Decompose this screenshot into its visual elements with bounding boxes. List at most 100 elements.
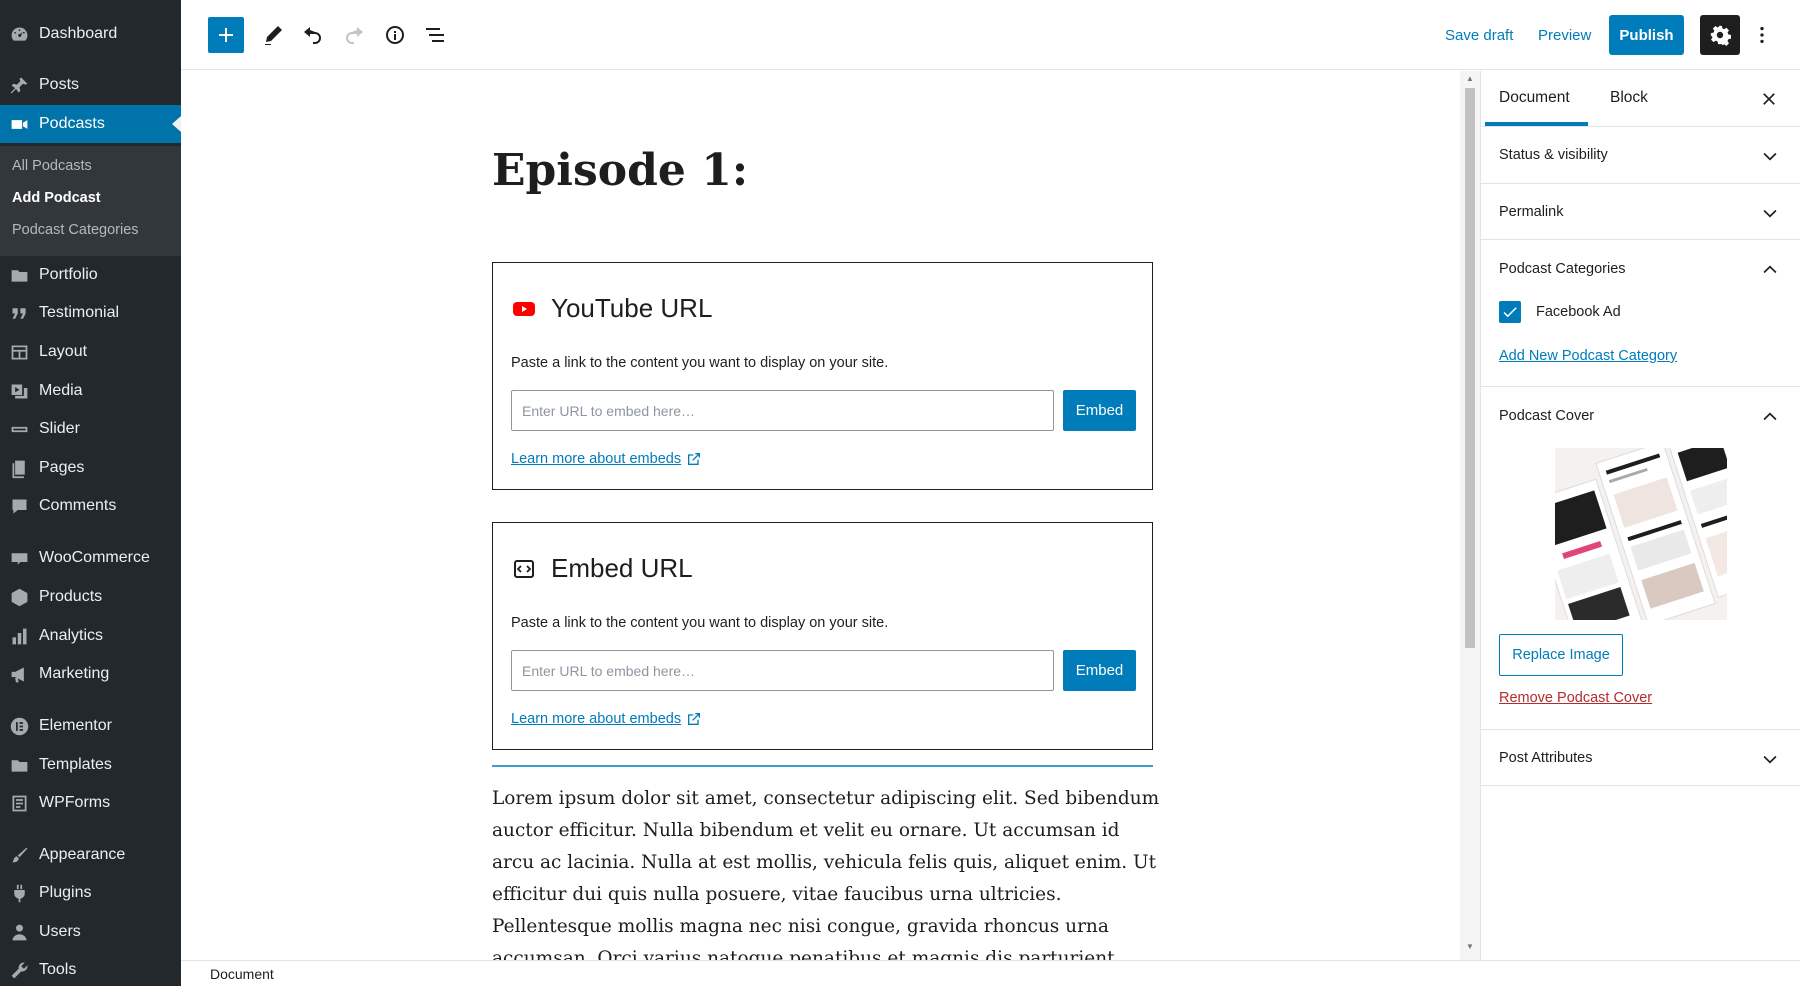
remove-cover-link[interactable]: Remove Podcast Cover	[1499, 690, 1652, 706]
woocommerce-icon	[6, 545, 32, 571]
chevron-down-icon[interactable]	[1759, 202, 1781, 224]
menu-item-pages[interactable]: Pages	[0, 449, 181, 487]
editor-canvas: Episode 1: YouTube URL Paste a link to t…	[181, 71, 1460, 960]
menu-item-tools[interactable]: Tools	[0, 951, 181, 989]
add-category-link[interactable]: Add New Podcast Category	[1499, 348, 1677, 364]
menu-label: Templates	[39, 756, 112, 773]
embed-button[interactable]: Embed	[1063, 650, 1136, 691]
replace-image-button[interactable]: Replace Image	[1499, 634, 1623, 676]
settings-sidebar: Document Block Status & visibility Perma…	[1480, 71, 1800, 960]
category-checkbox[interactable]	[1499, 301, 1521, 323]
menu-item-portfolio[interactable]: Portfolio	[0, 256, 181, 294]
embed-generic-icon	[511, 556, 537, 582]
paragraph-block[interactable]: Lorem ipsum dolor sit amet, consectetur …	[492, 783, 1164, 960]
plus-icon	[219, 28, 233, 42]
undo-button[interactable]	[295, 17, 331, 53]
menu-item-comments[interactable]: Comments	[0, 487, 181, 525]
menu-label: Appearance	[39, 846, 126, 863]
outline-button[interactable]	[417, 17, 453, 53]
category-label: Facebook Ad	[1536, 304, 1621, 320]
menu-label: Plugins	[39, 884, 92, 901]
submenu-all-podcasts[interactable]: All Podcasts	[12, 158, 92, 174]
pencil-icon	[265, 26, 282, 45]
panel-permalink[interactable]: Permalink	[1481, 184, 1800, 240]
youtube-embed-block[interactable]: YouTube URL Paste a link to the content …	[492, 262, 1153, 490]
gear-icon	[1710, 25, 1731, 46]
tab-document[interactable]: Document	[1499, 89, 1570, 107]
menu-item-media[interactable]: Media	[0, 372, 181, 410]
details-button[interactable]	[377, 17, 413, 53]
panel-post-attributes[interactable]: Post Attributes	[1481, 730, 1800, 786]
embed-url-input[interactable]	[511, 390, 1054, 431]
chevron-down-icon[interactable]	[1759, 748, 1781, 770]
tools-button[interactable]	[255, 17, 291, 53]
menu-label: Portfolio	[39, 266, 98, 283]
scroll-down-arrow-icon[interactable]: ▼	[1465, 942, 1475, 952]
save-draft-button[interactable]: Save draft	[1445, 27, 1513, 44]
menu-item-templates[interactable]: Templates	[0, 746, 181, 784]
podcast-cover-image[interactable]	[1555, 448, 1727, 620]
menu-item-layout[interactable]: Layout	[0, 333, 181, 371]
menu-item-elementor[interactable]: Elementor	[0, 707, 181, 745]
add-block-button[interactable]	[208, 17, 244, 53]
menu-item-marketing[interactable]: Marketing	[0, 655, 181, 693]
elementor-icon	[6, 713, 32, 739]
settings-button[interactable]	[1700, 15, 1740, 55]
pin-icon	[6, 72, 32, 98]
embed-header: YouTube URL	[511, 293, 712, 324]
panel-title: Permalink	[1499, 204, 1564, 220]
post-title[interactable]: Episode 1:	[492, 145, 748, 196]
block-separator	[492, 765, 1153, 767]
menu-item-podcasts[interactable]: Podcasts	[0, 105, 181, 143]
chevron-down-icon[interactable]	[1759, 145, 1781, 167]
comment-icon	[6, 493, 32, 519]
menu-item-posts[interactable]: Posts	[0, 66, 181, 104]
submenu-add-podcast[interactable]: Add Podcast	[12, 190, 101, 206]
external-link-icon	[688, 713, 701, 725]
publish-button[interactable]: Publish	[1609, 15, 1684, 55]
menu-item-testimonial[interactable]: Testimonial	[0, 294, 181, 332]
learn-more-link[interactable]: Learn more about embeds	[511, 711, 702, 727]
menu-label: Comments	[39, 497, 117, 514]
menu-item-slider[interactable]: Slider	[0, 410, 181, 448]
learn-more-link[interactable]: Learn more about embeds	[511, 451, 702, 467]
panel-title: Podcast Cover	[1499, 408, 1595, 424]
menu-label: Posts	[39, 76, 80, 93]
more-options-button[interactable]	[1750, 20, 1774, 50]
menu-item-appearance[interactable]: Appearance	[0, 836, 181, 874]
info-icon	[385, 26, 404, 44]
embed-url-input[interactable]	[511, 650, 1054, 691]
preview-button[interactable]: Preview	[1538, 27, 1591, 44]
submenu-podcast-categories[interactable]: Podcast Categories	[12, 222, 139, 238]
menu-item-users[interactable]: Users	[0, 913, 181, 951]
layout-icon	[6, 339, 32, 365]
embed-description: Paste a link to the content you want to …	[511, 355, 889, 371]
redo-button[interactable]	[336, 17, 372, 53]
brush-icon	[6, 842, 32, 868]
scrollbar-thumb[interactable]	[1465, 88, 1475, 648]
wrench-icon	[6, 957, 32, 983]
tab-block[interactable]: Block	[1610, 89, 1648, 107]
close-sidebar-button[interactable]	[1757, 87, 1781, 111]
menu-item-dashboard[interactable]: Dashboard	[0, 15, 181, 53]
scroll-up-arrow-icon[interactable]: ▲	[1465, 74, 1475, 84]
menu-item-woocommerce[interactable]: WooCommerce	[0, 539, 181, 577]
menu-item-products[interactable]: Products	[0, 578, 181, 616]
panel-status-visibility[interactable]: Status & visibility	[1481, 127, 1800, 184]
media-icon	[6, 378, 32, 404]
menu-item-analytics[interactable]: Analytics	[0, 617, 181, 655]
menu-item-plugins[interactable]: Plugins	[0, 874, 181, 912]
panel-podcast-categories: Podcast Categories	[1481, 240, 1800, 387]
youtube-icon	[511, 296, 537, 322]
menu-item-wpforms[interactable]: WPForms	[0, 784, 181, 822]
chevron-up-icon[interactable]	[1759, 406, 1781, 428]
menu-label: Marketing	[39, 665, 110, 682]
generic-embed-block[interactable]: Embed URL Paste a link to the content yo…	[492, 522, 1153, 750]
chevron-up-icon[interactable]	[1759, 259, 1781, 281]
menu-label: Analytics	[39, 627, 104, 644]
embed-button[interactable]: Embed	[1063, 390, 1136, 431]
editor-footer: Document	[181, 960, 1800, 986]
block-breadcrumb[interactable]: Document	[210, 966, 274, 982]
form-icon	[6, 790, 32, 816]
embed-title: Embed URL	[551, 553, 693, 583]
